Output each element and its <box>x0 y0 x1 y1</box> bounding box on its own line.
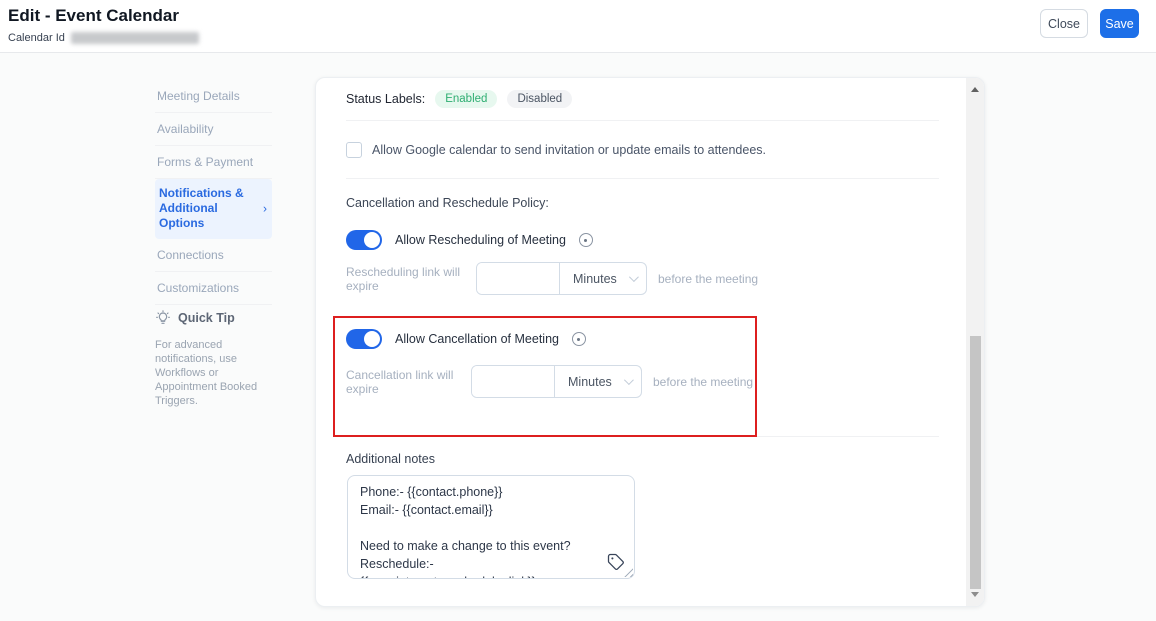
reschedule-unit-value: Minutes <box>573 272 617 286</box>
allow-rescheduling-toggle[interactable] <box>346 230 382 250</box>
settings-sidebar: Meeting Details Availability Forms & Pay… <box>155 80 272 305</box>
settings-panel: Status Labels: Enabled Disabled Allow Go… <box>315 77 985 607</box>
chevron-right-icon: › <box>263 201 267 216</box>
header-bar: Edit - Event Calendar Calendar Id Close … <box>0 0 1156 53</box>
cancellation-expire-group: Minutes <box>471 365 642 398</box>
quick-tip-title: Quick Tip <box>178 311 235 325</box>
additional-notes-label: Additional notes <box>346 452 435 466</box>
sidebar-item-availability[interactable]: Availability <box>155 113 272 146</box>
allow-cancellation-label: Allow Cancellation of Meeting <box>395 332 559 346</box>
quick-tip-header: Quick Tip <box>155 310 273 326</box>
cancellation-toggle-row: Allow Cancellation of Meeting <box>346 328 586 350</box>
additional-notes-wrap: Phone:- {{contact.phone}} Email:- {{cont… <box>347 475 635 579</box>
google-invite-label: Allow Google calendar to send invitation… <box>372 143 766 157</box>
status-enabled-badge[interactable]: Enabled <box>435 90 497 108</box>
cancellation-expire-suffix: before the meeting <box>653 375 753 389</box>
divider <box>346 120 939 121</box>
cancellation-expire-row: Cancellation link will expire Minutes be… <box>346 365 753 398</box>
reschedule-unit-select[interactable]: Minutes <box>559 263 646 294</box>
divider <box>346 178 939 179</box>
page-title: Edit - Event Calendar <box>8 6 179 26</box>
scroll-down-icon[interactable] <box>971 592 979 597</box>
chevron-down-icon <box>629 272 639 282</box>
reschedule-expire-input[interactable] <box>477 263 559 294</box>
allow-rescheduling-label: Allow Rescheduling of Meeting <box>395 233 566 247</box>
reschedule-expire-group: Minutes <box>476 262 647 295</box>
calendar-id-redacted-value <box>71 32 199 44</box>
calendar-id: Calendar Id <box>8 32 199 44</box>
panel-scrollbar[interactable] <box>966 78 984 606</box>
status-labels-row: Status Labels: Enabled Disabled <box>346 87 572 111</box>
calendar-id-label: Calendar Id <box>8 32 65 44</box>
tag-icon[interactable] <box>607 553 625 571</box>
reschedule-expire-suffix: before the meeting <box>658 272 758 286</box>
cancellation-expire-input[interactable] <box>472 366 554 397</box>
cancellation-unit-value: Minutes <box>568 375 612 389</box>
quick-tip-panel: Quick Tip For advanced notifications, us… <box>155 310 273 408</box>
sidebar-item-meeting-details[interactable]: Meeting Details <box>155 80 272 113</box>
info-icon[interactable] <box>572 332 586 346</box>
info-icon[interactable] <box>579 233 593 247</box>
divider <box>346 436 939 437</box>
scroll-up-icon[interactable] <box>971 87 979 92</box>
google-invite-checkbox[interactable] <box>346 142 362 158</box>
sidebar-item-customizations[interactable]: Customizations <box>155 272 272 305</box>
status-labels-label: Status Labels: <box>346 92 425 106</box>
lightbulb-icon <box>155 310 171 326</box>
close-button[interactable]: Close <box>1040 9 1088 38</box>
chevron-down-icon <box>624 375 634 385</box>
reschedule-expire-row: Rescheduling link will expire Minutes be… <box>346 262 758 295</box>
reschedule-toggle-row: Allow Rescheduling of Meeting <box>346 229 593 251</box>
status-disabled-badge[interactable]: Disabled <box>507 90 572 108</box>
sidebar-item-forms-payment[interactable]: Forms & Payment <box>155 146 272 179</box>
policy-heading: Cancellation and Reschedule Policy: <box>346 196 549 210</box>
google-invite-row: Allow Google calendar to send invitation… <box>346 140 766 160</box>
sidebar-item-label: Notifications & Additional Options <box>159 186 244 230</box>
sidebar-item-connections[interactable]: Connections <box>155 239 272 272</box>
reschedule-expire-label: Rescheduling link will expire <box>346 265 476 293</box>
quick-tip-body: For advanced notifications, use Workflow… <box>155 338 273 408</box>
sidebar-item-notifications-additional-options[interactable]: Notifications & Additional Options › <box>155 179 272 239</box>
save-button[interactable]: Save <box>1100 9 1139 38</box>
additional-notes-textarea[interactable]: Phone:- {{contact.phone}} Email:- {{cont… <box>347 475 635 579</box>
allow-cancellation-toggle[interactable] <box>346 329 382 349</box>
cancellation-expire-label: Cancellation link will expire <box>346 368 471 396</box>
scrollbar-thumb[interactable] <box>970 336 981 589</box>
cancellation-unit-select[interactable]: Minutes <box>554 366 641 397</box>
